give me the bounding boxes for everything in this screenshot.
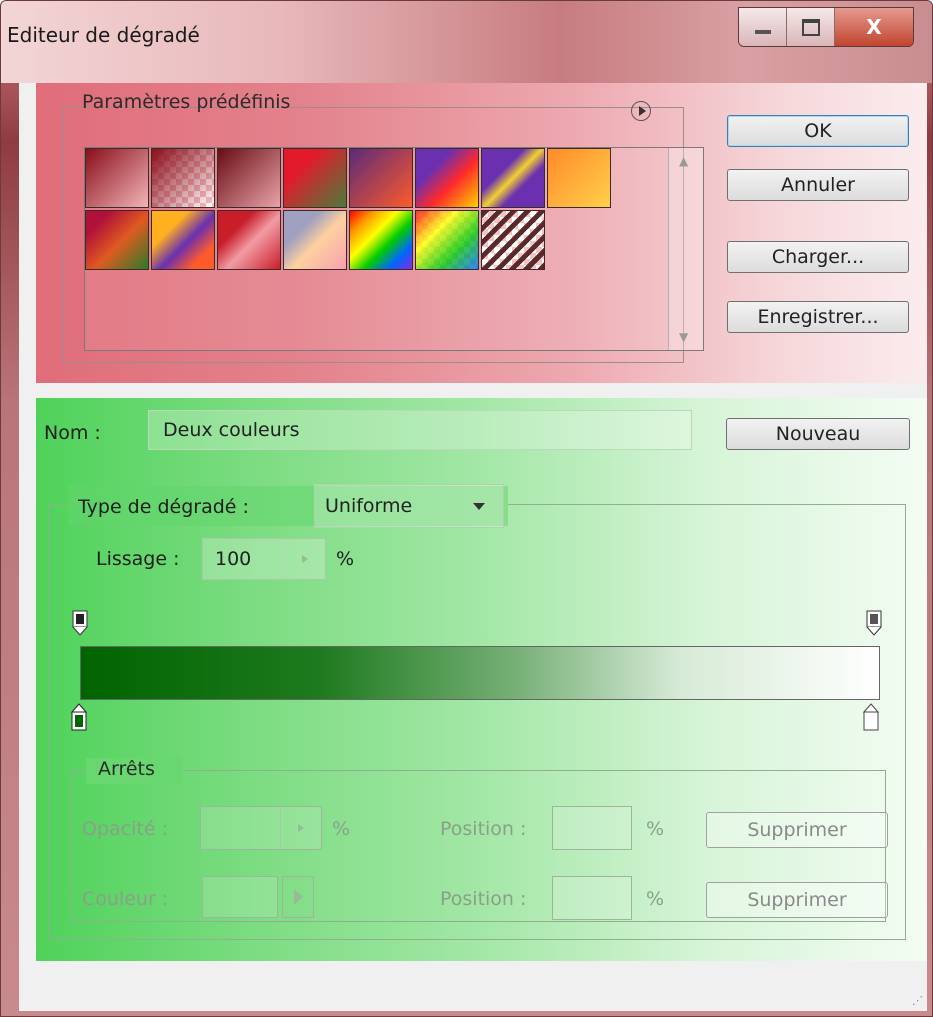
gradient-preview-bar[interactable] [80, 646, 880, 700]
gradient-editor-window: Editeur de dégradé X Paramètres prédéfin… [0, 0, 933, 1017]
color-stop-icon [862, 703, 880, 731]
play-icon [298, 824, 304, 832]
color-delete-button[interactable]: Supprimer [706, 882, 888, 918]
ok-button[interactable]: OK [727, 115, 909, 147]
color-picker-button[interactable] [282, 876, 314, 918]
preset-swatch[interactable] [217, 210, 281, 270]
scroll-up-button[interactable]: ▲ [679, 154, 688, 168]
color-position-input[interactable] [552, 876, 632, 920]
smoothness-unit: % [336, 548, 355, 570]
name-input[interactable]: Deux couleurs [148, 410, 692, 450]
window-controls: X [738, 7, 914, 47]
gradient-type-dropdown[interactable]: Uniforme [314, 484, 504, 528]
minimize-icon [754, 30, 771, 34]
maximize-button[interactable] [787, 8, 835, 46]
preset-swatch[interactable] [283, 210, 347, 270]
play-circle-icon [638, 106, 646, 116]
stops-legend: Arrêts [98, 758, 155, 780]
opacity-position-input[interactable] [552, 806, 632, 850]
preset-swatch[interactable] [547, 148, 611, 208]
cancel-button[interactable]: Annuler [727, 169, 909, 201]
preset-menu-button[interactable] [631, 101, 651, 121]
gradient-settings-panel: Nom : Deux couleurs Nouveau Type de dégr… [36, 398, 927, 961]
preset-swatch[interactable] [481, 210, 545, 270]
preset-swatch[interactable] [85, 148, 149, 208]
gradient-type-label: Type de dégradé : [78, 496, 249, 518]
opacity-unit: % [332, 818, 351, 840]
opacity-stop-icon [866, 610, 882, 636]
load-button[interactable]: Charger... [727, 241, 909, 273]
color-stop-left[interactable] [70, 702, 88, 732]
smoothness-input[interactable]: 100 [202, 538, 326, 580]
preset-swatch-grid: ▲ ▼ [84, 147, 704, 351]
name-label: Nom : [44, 422, 101, 444]
preset-swatch[interactable] [349, 210, 413, 270]
triangle-up-icon: ▲ [679, 154, 689, 168]
preset-swatch[interactable] [151, 210, 215, 270]
preset-swatch[interactable] [349, 148, 413, 208]
preset-swatch[interactable] [283, 148, 347, 208]
resize-grip-icon[interactable]: ⋰ [912, 994, 923, 1007]
triangle-down-icon: ▼ [679, 330, 689, 344]
preset-scrollbar[interactable]: ▲ ▼ [668, 148, 703, 350]
color-stop-icon [70, 703, 88, 731]
gradient-type-value: Uniforme [325, 495, 413, 517]
save-button[interactable]: Enregistrer... [727, 301, 909, 333]
scroll-down-button[interactable]: ▼ [679, 330, 688, 344]
presets-legend: Paramètres prédéfinis [82, 91, 291, 113]
preset-swatch[interactable] [481, 148, 545, 208]
preset-swatch[interactable] [151, 148, 215, 208]
smoothness-value: 100 [215, 548, 252, 570]
color-stop-right[interactable] [862, 702, 880, 732]
preset-swatch[interactable] [415, 148, 479, 208]
minimize-button[interactable] [739, 8, 787, 46]
smoothness-slider-button[interactable] [284, 539, 325, 579]
color-position-label: Position : [440, 888, 527, 910]
new-button[interactable]: Nouveau [726, 418, 910, 450]
opacity-position-unit: % [646, 818, 665, 840]
title-bar[interactable]: Editeur de dégradé X [1, 1, 932, 83]
chevron-down-icon [473, 503, 485, 510]
opacity-input[interactable] [200, 806, 322, 850]
color-position-unit: % [646, 888, 665, 910]
opacity-label: Opacité : [82, 818, 168, 840]
color-swatch[interactable] [202, 876, 278, 918]
preset-swatch[interactable] [85, 210, 149, 270]
opacity-stop-left[interactable] [72, 610, 88, 636]
opacity-position-label: Position : [440, 818, 527, 840]
preset-swatch[interactable] [415, 210, 479, 270]
play-icon [293, 889, 303, 905]
window-title: Editeur de dégradé [7, 23, 200, 47]
opacity-stop-icon [72, 610, 88, 636]
play-icon [302, 555, 308, 563]
opacity-stop-right[interactable] [866, 610, 882, 636]
color-label: Couleur : [82, 888, 169, 910]
close-icon: X [866, 15, 882, 39]
close-button[interactable]: X [835, 8, 913, 46]
preset-swatch[interactable] [217, 148, 281, 208]
maximize-icon [801, 18, 820, 36]
opacity-slider-button[interactable] [280, 807, 321, 849]
dialog-body: Paramètres prédéfinis ▲ ▼ OK Annuler Cha… [19, 83, 927, 1011]
smoothness-label: Lissage : [96, 548, 180, 570]
opacity-delete-button[interactable]: Supprimer [706, 812, 888, 848]
